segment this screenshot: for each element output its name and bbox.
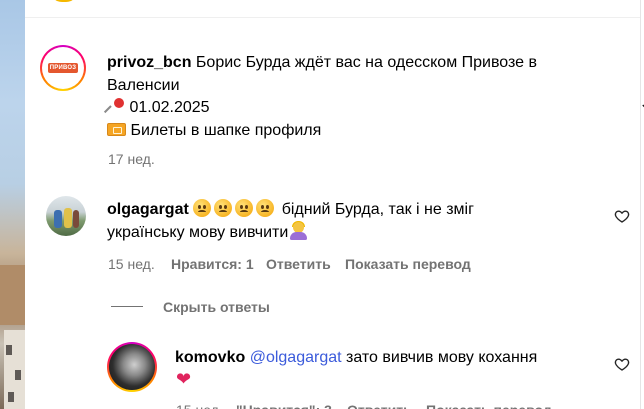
sad-face-icon: [256, 199, 275, 217]
replies-divider-line: [111, 306, 143, 307]
username[interactable]: privoz_bcn: [107, 54, 191, 71]
tickets-note: Билеты в шапке профиля: [130, 122, 322, 139]
background-photo-strip: [0, 0, 25, 409]
divider: [25, 17, 640, 18]
comment-body: зато вивчив мову кохання: [346, 349, 538, 366]
brand-logo: ПРИВОЗ: [48, 63, 78, 73]
comment-body-line: 01.02.2025: [103, 95, 210, 119]
mention-link[interactable]: @olgagargat: [250, 349, 342, 366]
translate-button[interactable]: Показать перевод: [345, 255, 471, 273]
comment-body-line: Валенсии: [107, 77, 180, 94]
likes-count[interactable]: "Нравится": 3: [236, 401, 332, 409]
sad-face-icon: [214, 199, 233, 217]
comment-body-line: ❤: [176, 369, 191, 392]
comment-body-line: українську мову вивчити: [107, 221, 308, 244]
panel-edge: [640, 0, 644, 409]
avatar-photo-figure: [73, 210, 79, 228]
sad-face-icon: [235, 199, 254, 217]
avatar-image: [109, 344, 155, 390]
comment-text: olgagargat бідний Бурда, так і не зміг: [107, 198, 607, 221]
username[interactable]: komovko: [175, 349, 245, 366]
avatar[interactable]: [46, 196, 86, 236]
photo-building: [0, 265, 25, 325]
translate-button[interactable]: Показать перевод: [426, 401, 552, 409]
likes-count[interactable]: Нравится: 1: [171, 255, 254, 273]
avatar-photo: [109, 344, 155, 390]
avatar-photo-figure: [54, 210, 62, 228]
avatar-photo-figure: [64, 208, 72, 228]
comment-text: komovko @olgagargat зато вивчив мову кох…: [175, 346, 615, 369]
comment-time[interactable]: 15 нед.: [108, 255, 155, 273]
facepalm-icon: [289, 221, 308, 240]
reply-button[interactable]: Ответить: [347, 401, 412, 409]
heart-outline-icon[interactable]: [614, 208, 630, 224]
pushpin-icon: [103, 95, 127, 115]
photo-window: [6, 345, 12, 355]
event-date: 01.02.2025: [129, 99, 210, 116]
comment-body: українську мову вивчити: [107, 224, 289, 241]
mouse-cursor-icon: ↘: [640, 102, 644, 118]
ticket-icon: [107, 123, 126, 136]
avatar[interactable]: [107, 342, 157, 392]
photo-window: [8, 392, 14, 402]
comment-body-line: Билеты в шапке профиля: [107, 119, 321, 142]
comment-time[interactable]: 15 нед.: [176, 401, 223, 409]
username[interactable]: olgagargat: [107, 201, 189, 218]
red-heart-icon: ❤: [176, 369, 192, 389]
reply-button[interactable]: Ответить: [266, 255, 331, 273]
comment-body: бідний Бурда, так і не зміг: [281, 201, 474, 218]
avatar-photo: ПРИВОЗ: [42, 47, 84, 89]
comment-text: privoz_bcn Борис Бурда ждёт вас на одесс…: [107, 51, 607, 74]
comment-time[interactable]: 17 нед.: [108, 150, 155, 168]
photo-window: [15, 370, 21, 380]
hide-replies-button[interactable]: Скрыть ответы: [163, 298, 270, 316]
heart-outline-icon[interactable]: [614, 356, 630, 372]
comment-body: Борис Бурда ждёт вас на одесском Привозе…: [195, 54, 538, 71]
avatar[interactable]: ПРИВОЗ: [40, 45, 86, 91]
sad-face-icon: [193, 199, 212, 217]
